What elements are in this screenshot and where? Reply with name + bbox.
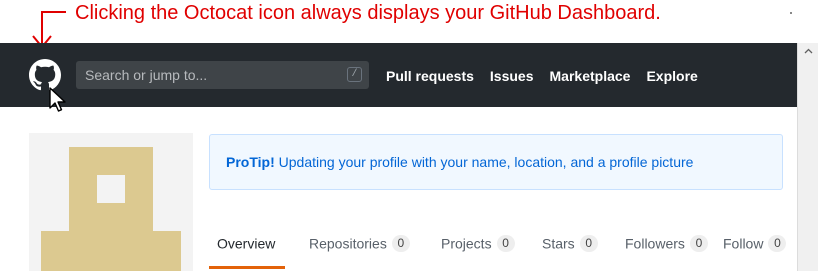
protip-message[interactable]: Updating your profile with your name, lo… — [275, 154, 694, 170]
protip-banner: ProTip! Updating your profile with your … — [209, 134, 783, 190]
identicon-image — [41, 147, 181, 271]
tab-projects[interactable]: Projects 0 — [441, 234, 515, 252]
mouse-cursor-icon — [49, 87, 66, 112]
tab-following[interactable]: Follow 0 — [723, 234, 787, 252]
avatar[interactable] — [29, 133, 193, 271]
search-input[interactable] — [76, 61, 336, 89]
tab-following-count: 0 — [768, 234, 787, 252]
header-nav: Pull requests Issues Marketplace Explore — [386, 67, 714, 85]
tab-projects-count: 0 — [496, 234, 515, 252]
nav-pull-requests[interactable]: Pull requests — [386, 67, 474, 85]
vertical-scrollbar[interactable] — [797, 43, 818, 271]
nav-marketplace[interactable]: Marketplace — [550, 67, 631, 85]
tab-repositories-count: 0 — [391, 234, 410, 252]
search-box[interactable]: / — [76, 61, 369, 89]
nav-explore[interactable]: Explore — [646, 67, 697, 85]
tab-followers-count: 0 — [689, 234, 708, 252]
tab-stars-count: 0 — [579, 234, 598, 252]
tab-stars-label: Stars — [542, 235, 575, 252]
scroll-up-arrow-icon[interactable] — [804, 48, 813, 54]
decorative-dot — [790, 12, 792, 14]
slash-shortcut-badge: / — [347, 67, 362, 82]
tab-projects-label: Projects — [441, 235, 492, 252]
tab-overview[interactable]: Overview — [217, 234, 275, 251]
profile-tabs: Overview Repositories 0 Projects 0 Stars 0 … — [209, 226, 787, 271]
header-bar: / Pull requests Issues Marketplace Explo… — [0, 43, 797, 107]
tab-followers[interactable]: Followers 0 — [625, 234, 708, 252]
active-tab-underline — [209, 266, 285, 269]
protip-label: ProTip! — [226, 154, 275, 170]
tab-repositories-label: Repositories — [309, 235, 387, 252]
tab-repositories[interactable]: Repositories 0 — [309, 234, 410, 252]
tab-overview-label: Overview — [217, 235, 276, 252]
tab-following-label: Follow — [723, 235, 764, 252]
annotation-text: Clicking the Octocat icon always display… — [75, 2, 661, 24]
tab-stars[interactable]: Stars 0 — [542, 234, 598, 252]
nav-issues[interactable]: Issues — [490, 67, 534, 85]
tab-followers-label: Followers — [625, 235, 685, 252]
